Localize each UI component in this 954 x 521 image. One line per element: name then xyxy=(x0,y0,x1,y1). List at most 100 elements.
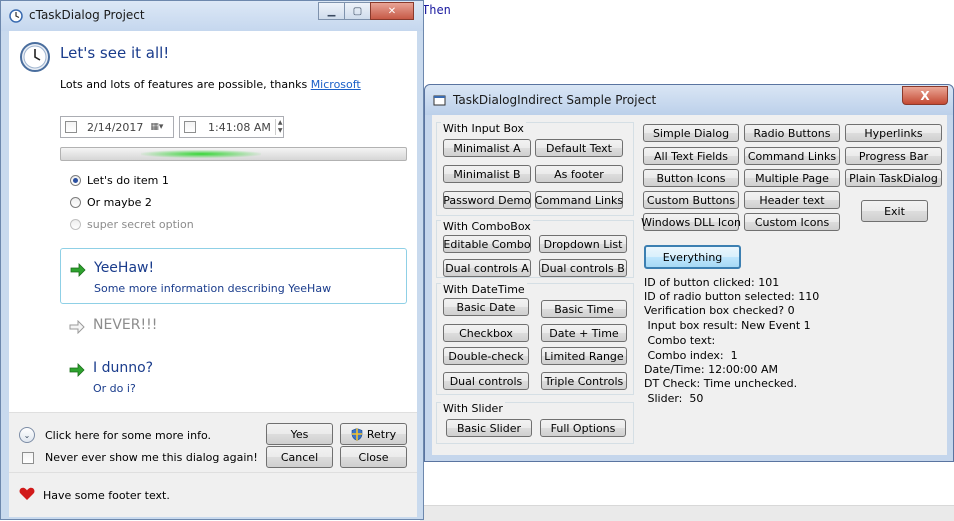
heart-icon xyxy=(19,487,35,500)
all-text-fields-button[interactable]: All Text Fields xyxy=(643,147,739,165)
custom-icons-button[interactable]: Custom Icons xyxy=(744,213,840,231)
uac-shield-icon xyxy=(351,427,363,441)
dialog-button-area: ⌄ Click here for some more info. Never e… xyxy=(9,412,417,473)
info-button-clicked: ID of button clicked: 101 xyxy=(644,276,780,289)
radio-icon xyxy=(70,197,81,208)
form-body: With Input Box Minimalist A Default Text… xyxy=(432,115,947,455)
multiple-page-button[interactable]: Multiple Page xyxy=(744,169,840,187)
progress-bar-button[interactable]: Progress Bar xyxy=(845,147,942,165)
title-bar: cTaskDialog Project ▁ ▢ ✕ xyxy=(1,1,423,31)
time-spin-icon[interactable]: ▲ ▼ xyxy=(274,119,283,135)
close-dialog-button[interactable]: Close xyxy=(340,446,407,468)
verification-checkbox[interactable] xyxy=(22,452,34,464)
time-checkbox[interactable] xyxy=(184,121,196,133)
window-title: cTaskDialog Project xyxy=(29,8,145,22)
footer-text: Have some footer text. xyxy=(43,489,170,502)
slider-group: With Slider Basic Slider Full Options xyxy=(436,402,634,444)
dropdown-list-button[interactable]: Dropdown List xyxy=(539,235,627,253)
exit-button[interactable]: Exit xyxy=(861,200,928,222)
grey-arrow-icon xyxy=(69,320,85,334)
retry-button[interactable]: Retry xyxy=(340,423,407,445)
basic-slider-button[interactable]: Basic Slider xyxy=(446,419,532,437)
content-label: Lots and lots of features are possible, … xyxy=(60,78,311,91)
default-text-button[interactable]: Default Text xyxy=(535,139,623,157)
double-check-button[interactable]: Double-check xyxy=(443,347,529,365)
info-dt-check: DT Check: Time unchecked. xyxy=(644,377,798,390)
button-icons-button[interactable]: Button Icons xyxy=(643,169,739,187)
chevron-down-icon[interactable]: ⌄ xyxy=(19,427,35,443)
cancel-button[interactable]: Cancel xyxy=(266,446,333,468)
password-demo-button[interactable]: Password Demo xyxy=(443,191,531,209)
header-text-button[interactable]: Header text xyxy=(744,191,840,209)
info-verification: Verification box checked? 0 xyxy=(644,304,795,317)
main-instruction: Let's see it all! xyxy=(60,44,170,62)
command-link-yeehaw[interactable]: YeeHaw! Some more information describing… xyxy=(60,248,407,304)
as-footer-button[interactable]: As footer xyxy=(535,165,623,183)
time-value: 1:41:08 AM xyxy=(208,120,271,134)
plain-taskdialog-button[interactable]: Plain TaskDialog xyxy=(845,169,942,187)
minimalist-a-button[interactable]: Minimalist A xyxy=(443,139,531,157)
everything-button[interactable]: Everything xyxy=(644,245,741,269)
close-button[interactable]: X xyxy=(902,86,948,105)
group-title: With DateTime xyxy=(441,283,527,296)
checkbox-button[interactable]: Checkbox xyxy=(443,324,529,342)
command-link-title: NEVER!!! xyxy=(93,317,158,333)
dual-controls-b-button[interactable]: Dual controls B xyxy=(539,259,627,277)
triple-controls-button[interactable]: Triple Controls xyxy=(541,372,627,390)
info-datetime: Date/Time: 12:00:00 AM xyxy=(644,363,779,376)
command-links-input-button[interactable]: Command Links xyxy=(535,191,623,209)
taskdialogindirect-window: TaskDialogIndirect Sample Project X With… xyxy=(424,84,954,462)
simple-dialog-button[interactable]: Simple Dialog xyxy=(643,124,739,142)
maximize-button[interactable]: ▢ xyxy=(344,2,371,20)
limited-range-button[interactable]: Limited Range xyxy=(541,347,627,365)
caption-buttons: ▁ ▢ ✕ xyxy=(318,2,414,20)
verification-text[interactable]: Never ever show me this dialog again! xyxy=(45,451,258,464)
custom-buttons-button[interactable]: Custom Buttons xyxy=(643,191,739,209)
window-title: TaskDialogIndirect Sample Project xyxy=(453,93,657,107)
time-picker[interactable]: 1:41:08 AM ▲ ▼ xyxy=(179,116,284,138)
calendar-dropdown-icon[interactable]: ▦▾ xyxy=(150,122,163,132)
command-link-note: Or do i? xyxy=(93,382,136,395)
basic-time-button[interactable]: Basic Time xyxy=(541,300,627,318)
command-links-button[interactable]: Command Links xyxy=(744,147,840,165)
radio-item-2[interactable]: Or maybe 2 xyxy=(70,196,152,209)
progress-bar xyxy=(60,147,407,161)
windows-dll-icon-button[interactable]: Windows DLL Icon xyxy=(641,213,741,231)
app-icon xyxy=(433,95,446,106)
dual-controls-button[interactable]: Dual controls xyxy=(443,372,529,390)
group-title: With Input Box xyxy=(441,122,526,135)
command-link-title: YeeHaw! xyxy=(94,260,155,276)
input-box-group: With Input Box Minimalist A Default Text… xyxy=(436,122,634,216)
command-link-idunno[interactable]: I dunno? Or do i? xyxy=(60,349,407,401)
hyperlinks-button[interactable]: Hyperlinks xyxy=(845,124,942,142)
title-bar: TaskDialogIndirect Sample Project X xyxy=(425,85,953,115)
date-checkbox[interactable] xyxy=(65,121,77,133)
radio-buttons-button[interactable]: Radio Buttons xyxy=(744,124,840,142)
minimize-button[interactable]: ▁ xyxy=(318,2,345,20)
radio-disabled-icon xyxy=(70,219,81,230)
dialog-footer: Have some footer text. xyxy=(9,472,417,517)
command-link-title: I dunno? xyxy=(93,360,154,376)
basic-date-button[interactable]: Basic Date xyxy=(443,298,529,316)
radio-selected-icon xyxy=(70,175,81,186)
full-options-button[interactable]: Full Options xyxy=(540,419,626,437)
green-arrow-icon xyxy=(69,363,85,377)
dual-controls-a-button[interactable]: Dual controls A xyxy=(443,259,531,277)
radio-label: super secret option xyxy=(87,218,194,231)
group-title: With ComboBox xyxy=(441,220,533,233)
minimalist-b-button[interactable]: Minimalist B xyxy=(443,165,531,183)
info-combo-text: Combo text: xyxy=(644,334,716,347)
close-button[interactable]: ✕ xyxy=(370,2,414,20)
editor-scrollbar[interactable] xyxy=(420,505,954,521)
yes-button[interactable]: Yes xyxy=(266,423,333,445)
expander-text[interactable]: Click here for some more info. xyxy=(45,429,211,442)
microsoft-link[interactable]: Microsoft xyxy=(311,78,361,91)
editable-combo-button[interactable]: Editable Combo xyxy=(443,235,531,253)
date-plus-time-button[interactable]: Date + Time xyxy=(541,324,627,342)
radio-item-1[interactable]: Let's do item 1 xyxy=(70,174,169,187)
date-value: 2/14/2017 xyxy=(87,120,144,134)
radio-label: Or maybe 2 xyxy=(87,196,152,209)
date-picker[interactable]: 2/14/2017 ▦▾ xyxy=(60,116,174,138)
clock-icon xyxy=(9,9,23,23)
clock-icon xyxy=(20,42,50,72)
